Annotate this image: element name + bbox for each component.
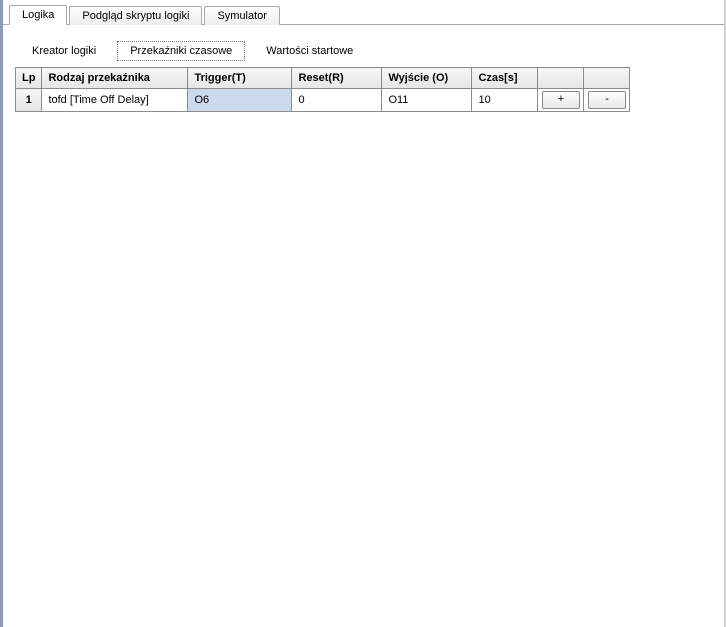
header-time[interactable]: Czas[s] bbox=[472, 68, 538, 89]
main-tab-strip: Logika Podgląd skryptu logiki Symulator bbox=[3, 0, 726, 25]
tab-podglad-skryptu[interactable]: Podgląd skryptu logiki bbox=[69, 6, 202, 25]
remove-row-button[interactable]: - bbox=[588, 91, 626, 109]
header-lp[interactable]: Lp bbox=[16, 68, 42, 89]
subtab-kreator-logiki[interactable]: Kreator logiki bbox=[19, 41, 109, 61]
table-header-row: Lp Rodzaj przekaźnika Trigger(T) Reset(R… bbox=[16, 68, 630, 89]
cell-output[interactable]: O11 bbox=[382, 89, 472, 112]
cell-remove: - bbox=[584, 89, 630, 112]
relay-table: Lp Rodzaj przekaźnika Trigger(T) Reset(R… bbox=[15, 67, 630, 112]
cell-trigger[interactable]: O6 bbox=[188, 89, 292, 112]
tab-symulator[interactable]: Symulator bbox=[204, 6, 280, 25]
subtab-przekazniki-czasowe[interactable]: Przekaźniki czasowe bbox=[117, 41, 245, 61]
header-reset[interactable]: Reset(R) bbox=[292, 68, 382, 89]
add-row-button[interactable]: + bbox=[542, 91, 580, 109]
sub-tab-strip: Kreator logiki Przekaźniki czasowe Warto… bbox=[3, 25, 726, 61]
tab-logika[interactable]: Logika bbox=[9, 5, 67, 25]
header-trigger[interactable]: Trigger(T) bbox=[188, 68, 292, 89]
cell-type[interactable]: tofd [Time Off Delay] bbox=[42, 89, 188, 112]
header-type[interactable]: Rodzaj przekaźnika bbox=[42, 68, 188, 89]
header-remove bbox=[584, 68, 630, 89]
cell-time[interactable]: 10 bbox=[472, 89, 538, 112]
subtab-wartosci-startowe[interactable]: Wartości startowe bbox=[253, 41, 366, 61]
cell-reset[interactable]: 0 bbox=[292, 89, 382, 112]
cell-add: + bbox=[538, 89, 584, 112]
cell-lp[interactable]: 1 bbox=[16, 89, 42, 112]
header-output[interactable]: Wyjście (O) bbox=[382, 68, 472, 89]
table-row: 1 tofd [Time Off Delay] O6 0 O11 10 + - bbox=[16, 89, 630, 112]
app-window: Logika Podgląd skryptu logiki Symulator … bbox=[0, 0, 726, 627]
header-add bbox=[538, 68, 584, 89]
relay-table-wrap: Lp Rodzaj przekaźnika Trigger(T) Reset(R… bbox=[15, 67, 716, 112]
